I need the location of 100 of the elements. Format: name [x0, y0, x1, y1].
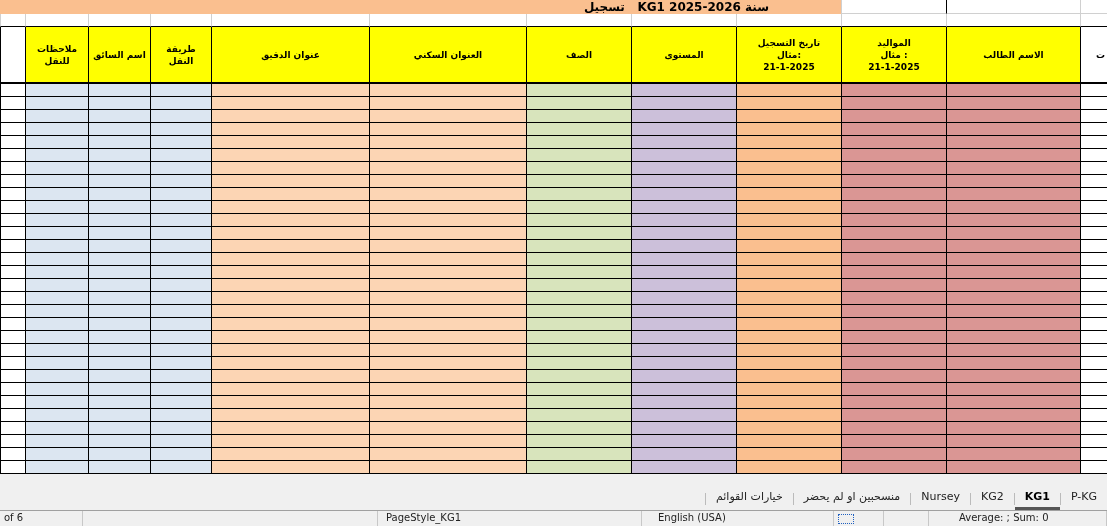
table-cell[interactable]: [25, 201, 88, 214]
table-cell[interactable]: [526, 396, 631, 409]
table-cell[interactable]: [25, 266, 88, 279]
table-cell[interactable]: [631, 110, 736, 123]
table-cell[interactable]: [0, 97, 25, 110]
table-cell[interactable]: [150, 97, 211, 110]
sheet-tab[interactable]: KG1: [1014, 488, 1060, 510]
table-cell[interactable]: [736, 318, 841, 331]
table-cell[interactable]: [88, 253, 150, 266]
table-cell[interactable]: [369, 175, 526, 188]
sheet-tab[interactable]: خيارات القوائم: [705, 488, 793, 510]
table-cell[interactable]: [1080, 110, 1107, 123]
table-cell[interactable]: [88, 344, 150, 357]
table-cell[interactable]: [211, 149, 369, 162]
sheet-tab[interactable]: منسحبين او لم يحضر: [793, 488, 911, 510]
table-cell[interactable]: [841, 279, 946, 292]
table-cell[interactable]: [841, 136, 946, 149]
table-cell[interactable]: [0, 344, 25, 357]
table-cell[interactable]: [841, 344, 946, 357]
table-cell[interactable]: [631, 253, 736, 266]
table-cell[interactable]: [631, 396, 736, 409]
table-cell[interactable]: [150, 253, 211, 266]
table-cell[interactable]: [631, 175, 736, 188]
table-cell[interactable]: [150, 188, 211, 201]
table-cell[interactable]: [25, 422, 88, 435]
table-cell[interactable]: [25, 344, 88, 357]
table-cell[interactable]: [211, 266, 369, 279]
table-cell[interactable]: [631, 357, 736, 370]
table-cell[interactable]: [150, 84, 211, 97]
table-cell[interactable]: [150, 136, 211, 149]
table-cell[interactable]: [736, 123, 841, 136]
table-cell[interactable]: [526, 435, 631, 448]
table-cell[interactable]: [526, 305, 631, 318]
table-cell[interactable]: [211, 97, 369, 110]
table-cell[interactable]: [88, 227, 150, 240]
table-cell[interactable]: [946, 318, 1080, 331]
table-cell[interactable]: [841, 292, 946, 305]
table-cell[interactable]: [631, 123, 736, 136]
table-cell[interactable]: [946, 448, 1080, 461]
table-cell[interactable]: [369, 344, 526, 357]
table-cell[interactable]: [211, 123, 369, 136]
table-cell[interactable]: [1080, 201, 1107, 214]
table-cell[interactable]: [211, 409, 369, 422]
table-cell[interactable]: [841, 188, 946, 201]
table-cell[interactable]: [946, 188, 1080, 201]
table-cell[interactable]: [631, 201, 736, 214]
table-cell[interactable]: [88, 448, 150, 461]
table-cell[interactable]: [0, 201, 25, 214]
table-cell[interactable]: [369, 149, 526, 162]
table-cell[interactable]: [369, 266, 526, 279]
table-cell[interactable]: [526, 123, 631, 136]
table-cell[interactable]: [88, 422, 150, 435]
table-cell[interactable]: [736, 344, 841, 357]
table-cell[interactable]: [0, 214, 25, 227]
table-cell[interactable]: [211, 253, 369, 266]
table-cell[interactable]: [841, 396, 946, 409]
table-cell[interactable]: [25, 448, 88, 461]
sheet-tab[interactable]: Nursey: [911, 488, 970, 510]
table-cell[interactable]: [526, 279, 631, 292]
table-cell[interactable]: [841, 383, 946, 396]
table-cell[interactable]: [369, 448, 526, 461]
table-cell[interactable]: [150, 227, 211, 240]
table-cell[interactable]: [1080, 370, 1107, 383]
table-cell[interactable]: [946, 240, 1080, 253]
table-cell[interactable]: [25, 253, 88, 266]
table-cell[interactable]: [0, 357, 25, 370]
table-cell[interactable]: [736, 149, 841, 162]
table-cell[interactable]: [25, 279, 88, 292]
table-cell[interactable]: [1080, 318, 1107, 331]
table-cell[interactable]: [736, 305, 841, 318]
table-cell[interactable]: [88, 123, 150, 136]
table-cell[interactable]: [631, 97, 736, 110]
table-cell[interactable]: [841, 240, 946, 253]
table-cell[interactable]: [88, 162, 150, 175]
table-cell[interactable]: [526, 201, 631, 214]
table-cell[interactable]: [211, 331, 369, 344]
table-cell[interactable]: [25, 110, 88, 123]
table-cell[interactable]: [25, 149, 88, 162]
table-cell[interactable]: [526, 149, 631, 162]
table-cell[interactable]: [841, 175, 946, 188]
table-cell[interactable]: [631, 136, 736, 149]
table-cell[interactable]: [369, 162, 526, 175]
table-cell[interactable]: [946, 253, 1080, 266]
table-cell[interactable]: [946, 136, 1080, 149]
table-cell[interactable]: [369, 201, 526, 214]
table-cell[interactable]: [0, 84, 25, 97]
table-cell[interactable]: [736, 370, 841, 383]
table-cell[interactable]: [526, 175, 631, 188]
table-cell[interactable]: [211, 305, 369, 318]
table-cell[interactable]: [1080, 409, 1107, 422]
table-cell[interactable]: [150, 357, 211, 370]
table-cell[interactable]: [369, 383, 526, 396]
table-cell[interactable]: [736, 253, 841, 266]
table-cell[interactable]: [631, 84, 736, 97]
table-cell[interactable]: [736, 227, 841, 240]
table-cell[interactable]: [631, 149, 736, 162]
table-cell[interactable]: [946, 383, 1080, 396]
table-cell[interactable]: [88, 201, 150, 214]
table-cell[interactable]: [1080, 188, 1107, 201]
table-cell[interactable]: [211, 396, 369, 409]
